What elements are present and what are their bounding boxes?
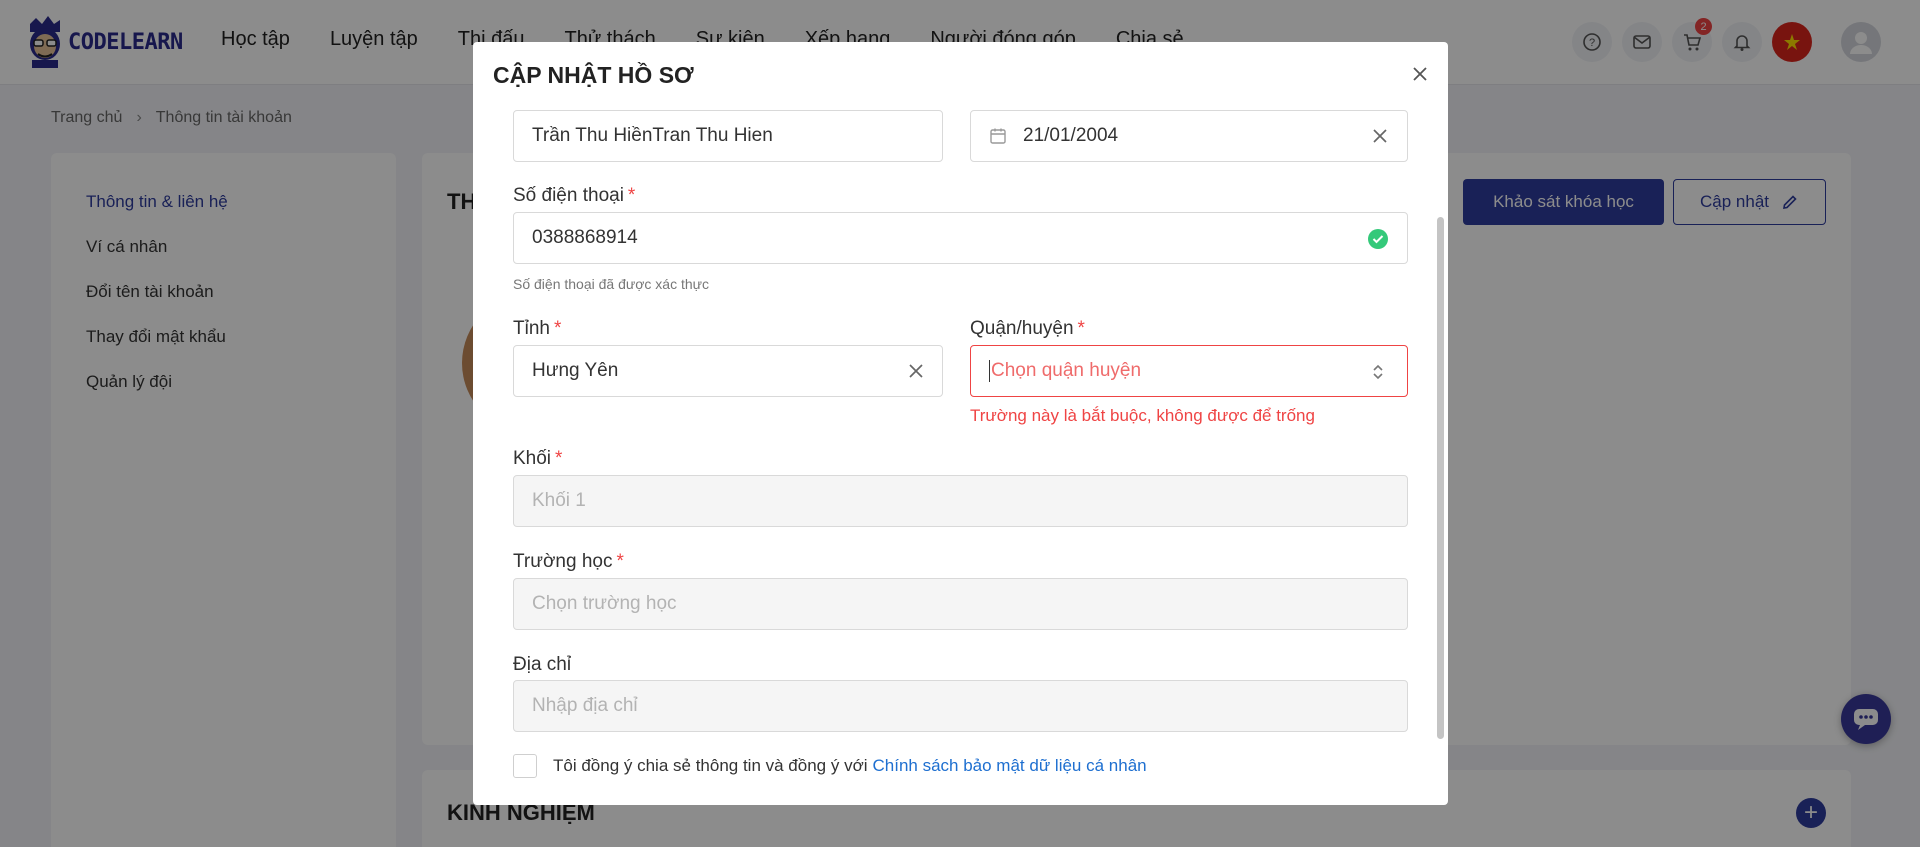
date-of-birth-input[interactable]: 21/01/2004	[970, 110, 1408, 162]
district-error-message: Trường này là bắt buộc, không được để tr…	[970, 406, 1315, 425]
update-profile-modal: CẬP NHẬT HỒ SƠ Trần Thu HiềnTran Thu Hie…	[473, 42, 1448, 805]
phone-input[interactable]: 0388868914	[513, 212, 1408, 264]
date-of-birth-value: 21/01/2004	[1023, 125, 1119, 146]
province-select[interactable]: Hưng Yên	[513, 345, 943, 397]
consent-row: Tôi đồng ý chia sẻ thông tin và đồng ý v…	[513, 754, 1147, 778]
address-label: Địa chỉ	[513, 654, 572, 675]
calendar-icon	[989, 127, 1007, 145]
required-asterisk: *	[553, 318, 562, 339]
required-asterisk: *	[1077, 318, 1085, 339]
address-input[interactable]: Nhập địa chỉ	[513, 680, 1408, 732]
phone-verified-hint: Số điện thoại đã được xác thực	[513, 276, 710, 292]
required-asterisk: *	[616, 551, 624, 572]
school-label: Trường học *	[513, 551, 624, 572]
select-arrows-icon	[1371, 362, 1385, 382]
clear-date-icon[interactable]	[1371, 127, 1389, 145]
privacy-policy-link[interactable]: Chính sách bảo mật dữ liệu cá nhân	[873, 756, 1147, 776]
full-name-value: Trần Thu HiềnTran Thu Hien	[532, 125, 773, 146]
province-value: Hưng Yên	[532, 360, 619, 381]
district-placeholder: Chọn quận huyện	[991, 360, 1142, 381]
modal-scrollbar[interactable]	[1437, 217, 1444, 739]
verified-check-icon	[1367, 228, 1389, 250]
grade-placeholder: Khối 1	[532, 490, 586, 511]
clear-province-icon[interactable]	[907, 362, 925, 380]
grade-label: Khối *	[513, 448, 563, 469]
consent-checkbox[interactable]	[513, 754, 537, 778]
modal-title: CẬP NHẬT HỒ SƠ	[493, 62, 694, 88]
phone-value: 0388868914	[532, 227, 638, 248]
district-label: Quận/huyện *	[970, 318, 1085, 339]
required-asterisk: *	[627, 185, 636, 206]
text-cursor	[989, 360, 990, 382]
grade-select[interactable]: Khối 1	[513, 475, 1408, 527]
consent-text: Tôi đồng ý chia sẻ thông tin và đồng ý v…	[553, 756, 868, 775]
required-asterisk: *	[555, 448, 563, 469]
school-select[interactable]: Chọn trường học	[513, 578, 1408, 630]
school-placeholder: Chọn trường học	[532, 593, 677, 614]
phone-label: Số điện thoại *	[513, 185, 636, 206]
close-icon[interactable]	[1408, 62, 1432, 86]
district-select[interactable]: Chọn quận huyện	[970, 345, 1408, 397]
address-placeholder: Nhập địa chỉ	[532, 695, 638, 716]
full-name-input[interactable]: Trần Thu HiềnTran Thu Hien	[513, 110, 943, 162]
province-label: Tỉnh *	[513, 318, 562, 339]
